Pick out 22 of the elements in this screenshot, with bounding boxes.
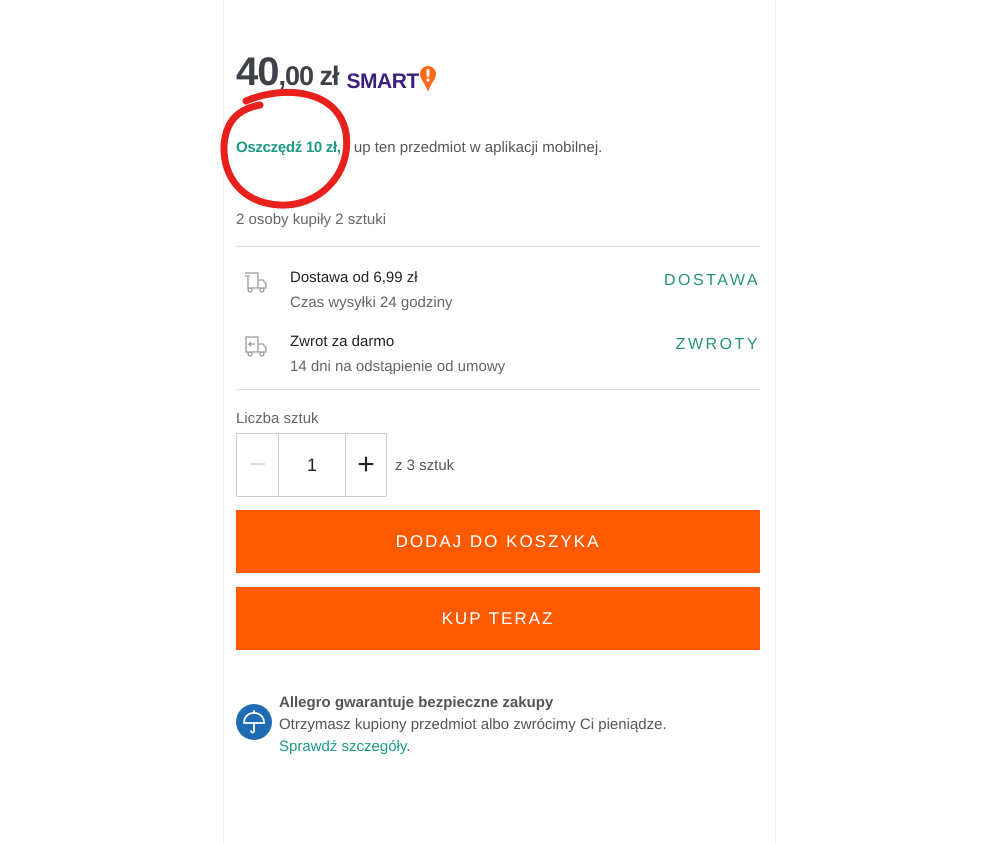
add-to-cart-button[interactable]: DODAJ DO KOSZYKA	[236, 510, 760, 573]
guarantee-text: Otrzymasz kupiony przedmiot albo zwrócimy Ci pieniądze. Sprawdź szczegóły.	[279, 715, 668, 757]
smart-logo: SMART	[346, 70, 419, 94]
details-link[interactable]: Sprawdź szczegóły	[279, 738, 406, 755]
buy-now-button[interactable]: KUP TERAZ	[236, 587, 760, 650]
info-title: Zwrot za darmo	[290, 333, 396, 350]
exclamation-pin-icon	[420, 66, 436, 92]
price: 40,00 zł	[236, 52, 339, 92]
info-title: Dostawa od 6,99 zł	[290, 269, 419, 286]
increase-button[interactable]: +	[345, 434, 386, 496]
guarantee-title: Allegro gwarantuje bezpieczne zakupy	[279, 694, 554, 711]
truck-return-icon	[244, 335, 268, 359]
info-link[interactable]: DOSTAWA	[664, 272, 760, 290]
info-subtitle: Czas wysyłki 24 godziny	[290, 294, 454, 311]
quantity-label: Liczba sztuk	[236, 410, 320, 427]
buyers-count: 2 osoby kupiły 2 sztuki	[236, 211, 388, 228]
info-subtitle: 14 dni na odstąpienie od umowy	[290, 358, 506, 375]
available-quantity: z 3 sztuk	[395, 456, 454, 474]
umbrella-icon	[236, 704, 272, 740]
truck-icon	[244, 271, 268, 295]
promo-text: Oszczędź 10 zł, up ten przedmiot w aplikacji mobilnej.	[236, 139, 604, 156]
info-link[interactable]: ZWROTY	[676, 336, 760, 354]
